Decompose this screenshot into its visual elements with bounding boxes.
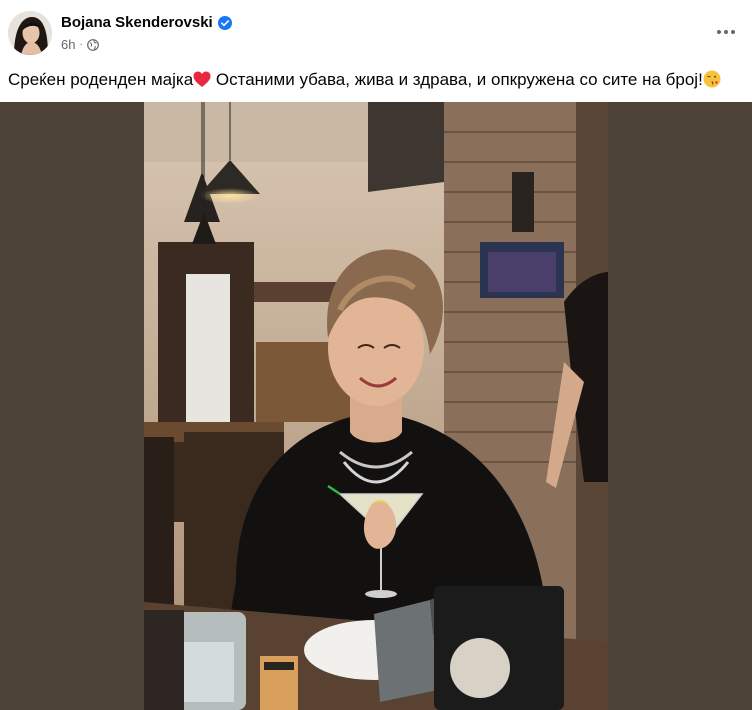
- post-meta: 6h ·: [61, 37, 99, 52]
- avatar-image: [8, 11, 52, 55]
- post-header: Bojana Skenderovski 6h ·: [0, 0, 752, 64]
- post-timestamp[interactable]: 6h: [61, 37, 75, 52]
- face-blowing-kiss-emoji: [703, 70, 721, 94]
- author-name-row: Bojana Skenderovski: [61, 14, 232, 31]
- facebook-post: Bojana Skenderovski 6h · Среќен роденден…: [0, 0, 752, 710]
- author-name[interactable]: Bojana Skenderovski: [61, 14, 213, 31]
- meta-separator: ·: [79, 39, 83, 50]
- more-options-icon[interactable]: [714, 22, 738, 42]
- post-photo[interactable]: [144, 102, 608, 710]
- post-photo-image: [144, 102, 608, 710]
- post-caption: Среќен роденден мајка Останими убава, жи…: [8, 69, 742, 94]
- caption-text-2: Останими убава, жива и здрава, и опкруже…: [211, 70, 703, 89]
- red-heart-emoji: [193, 71, 211, 94]
- photo-backdrop: [0, 102, 752, 710]
- globe-icon[interactable]: [86, 38, 99, 51]
- verified-badge-icon: [217, 15, 232, 30]
- author-avatar[interactable]: [8, 11, 52, 55]
- caption-text-1: Среќен роденден мајка: [8, 70, 194, 89]
